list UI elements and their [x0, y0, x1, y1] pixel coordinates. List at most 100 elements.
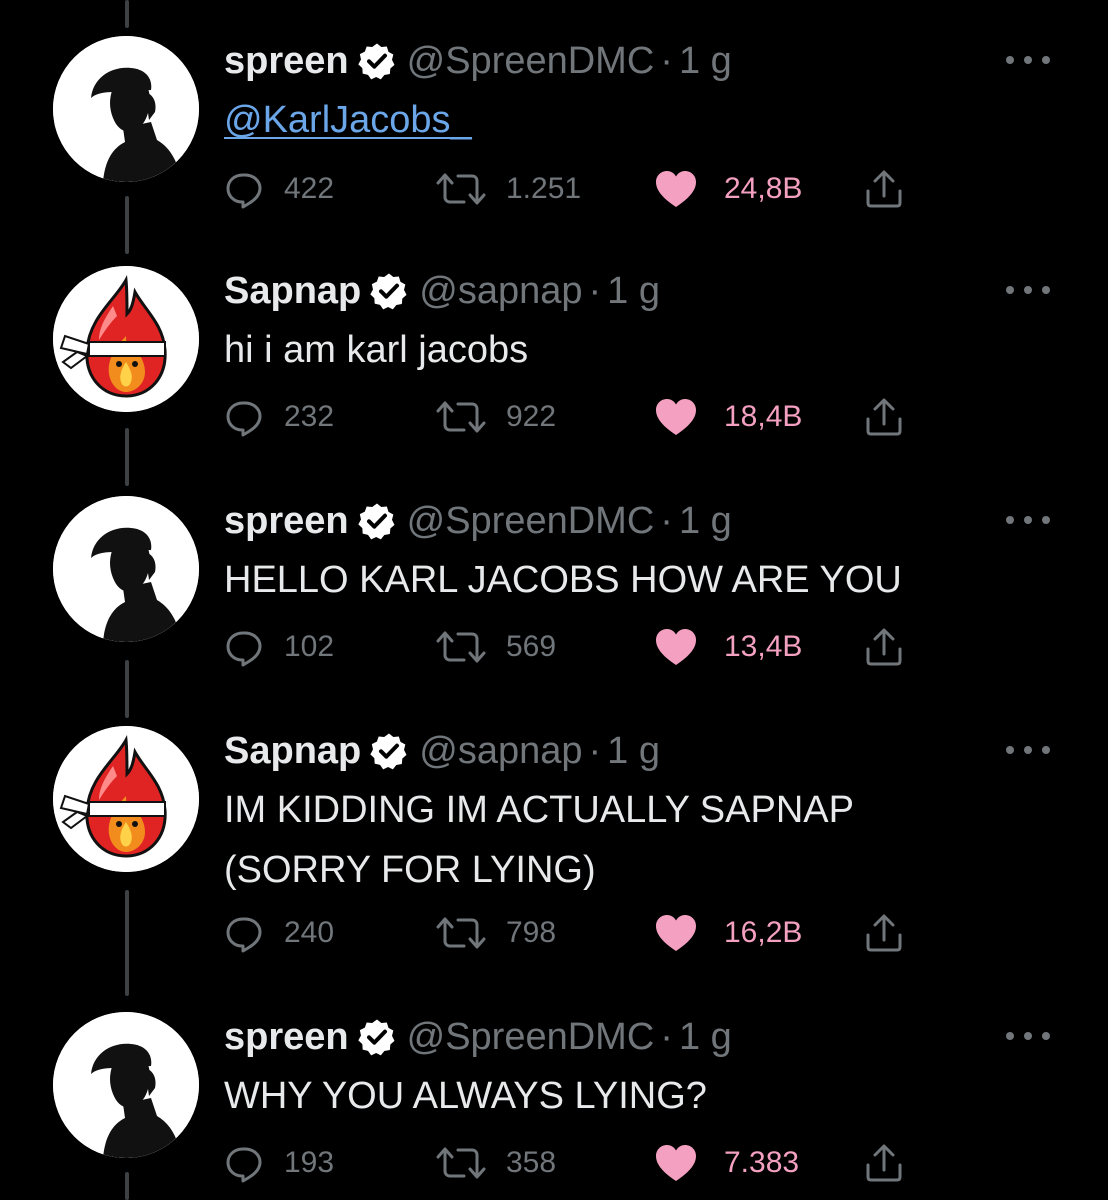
mention-link[interactable]: @KarlJacobs_ [224, 96, 1024, 144]
separator: · [588, 270, 602, 312]
retweet-icon [436, 627, 486, 667]
share-icon [864, 1143, 904, 1183]
action-bar: 193 358 7.383 [224, 1138, 924, 1188]
username-handle[interactable]: @SpreenDMC [407, 498, 655, 544]
display-name[interactable]: Sapnap [224, 728, 361, 774]
avatar[interactable] [53, 1012, 199, 1158]
retweet-button[interactable]: 922 [436, 392, 556, 442]
reply-icon [224, 397, 264, 437]
avatar[interactable] [53, 496, 199, 642]
share-button[interactable] [864, 908, 904, 958]
share-button[interactable] [864, 1138, 904, 1188]
tweet-text: HELLO KARL JACOBS HOW ARE YOU [224, 559, 902, 601]
like-count: 7.383 [724, 1146, 800, 1179]
retweet-count: 358 [506, 1146, 557, 1179]
silhouette-avatar-icon [53, 1012, 199, 1158]
timestamp[interactable]: 1 g [679, 498, 732, 544]
more-dots-icon[interactable] [1006, 40, 1050, 80]
retweet-count: 922 [506, 400, 557, 433]
username-handle[interactable]: @sapnap [419, 728, 582, 774]
avatar[interactable] [53, 266, 199, 412]
retweet-icon [436, 1143, 486, 1183]
heart-icon [654, 169, 698, 209]
reply-button[interactable]: 422 [224, 164, 334, 214]
display-name[interactable]: spreen [224, 1014, 349, 1060]
reply-button[interactable]: 193 [224, 1138, 334, 1188]
tweet-text: IM KIDDING IM ACTUALLY SAPNAP (SORRY FOR… [224, 786, 1024, 894]
retweet-button[interactable]: 569 [436, 622, 556, 672]
sapnap-flame-logo-icon [53, 726, 199, 872]
reply-count: 232 [284, 400, 335, 433]
timestamp[interactable]: 1 g [607, 728, 660, 774]
reply-icon [224, 169, 264, 209]
action-bar: 102 569 13,4B [224, 622, 924, 672]
retweet-count: 798 [506, 916, 557, 949]
share-button[interactable] [864, 392, 904, 442]
retweet-icon [436, 397, 486, 437]
tweet-header: spreen @SpreenDMC · 1 g [224, 498, 732, 544]
username-handle[interactable]: @sapnap [419, 268, 582, 314]
thread-line [125, 196, 129, 254]
like-count: 24,8B [724, 172, 803, 205]
verified-badge-icon [357, 1017, 397, 1057]
separator: · [660, 40, 673, 82]
retweet-count: 1.251 [506, 172, 582, 205]
like-button[interactable]: 13,4B [654, 622, 802, 672]
thread-line [125, 1172, 129, 1200]
tweet-header: spreen @SpreenDMC · 1 g [224, 1014, 732, 1060]
like-button[interactable]: 18,4B [654, 392, 802, 442]
reply-icon [224, 627, 264, 667]
display-name[interactable]: spreen [224, 38, 349, 84]
username-handle[interactable]: @SpreenDMC [407, 1014, 655, 1060]
more-dots-icon[interactable] [1006, 1016, 1050, 1056]
retweet-count: 569 [506, 630, 557, 663]
avatar[interactable] [53, 36, 199, 182]
like-button[interactable]: 16,2B [654, 908, 802, 958]
action-bar: 240 798 16,2B [224, 908, 924, 958]
retweet-icon [436, 169, 486, 209]
reply-button[interactable]: 232 [224, 392, 334, 442]
reply-count: 422 [284, 172, 335, 205]
more-dots-icon[interactable] [1006, 270, 1050, 310]
verified-badge-icon [369, 271, 409, 311]
like-button[interactable]: 24,8B [654, 164, 802, 214]
tweet-header: spreen @SpreenDMC · 1 g [224, 38, 732, 84]
share-button[interactable] [864, 164, 904, 214]
like-button[interactable]: 7.383 [654, 1138, 799, 1188]
thread-line [125, 660, 129, 718]
timestamp[interactable]: 1 g [679, 38, 732, 84]
retweet-button[interactable]: 358 [436, 1138, 556, 1188]
sapnap-flame-logo-icon [53, 266, 199, 412]
reply-button[interactable]: 240 [224, 908, 334, 958]
heart-icon [654, 397, 698, 437]
share-icon [864, 169, 904, 209]
verified-badge-icon [357, 41, 397, 81]
username-handle[interactable]: @SpreenDMC [407, 38, 655, 84]
reply-icon [224, 1143, 264, 1183]
verified-badge-icon [369, 731, 409, 771]
silhouette-avatar-icon [53, 36, 199, 182]
tweet-header: Sapnap @sapnap · 1 g [224, 728, 660, 774]
timestamp[interactable]: 1 g [679, 1014, 732, 1060]
retweet-button[interactable]: 798 [436, 908, 556, 958]
share-button[interactable] [864, 622, 904, 672]
more-dots-icon[interactable] [1006, 500, 1050, 540]
retweet-button[interactable]: 1.251 [436, 164, 581, 214]
action-bar: 232 922 18,4B [224, 392, 924, 442]
action-bar: 422 1.251 24,8B [224, 164, 924, 214]
display-name[interactable]: spreen [224, 498, 349, 544]
separator: · [660, 1016, 673, 1058]
separator: · [588, 730, 602, 772]
display-name[interactable]: Sapnap [224, 268, 361, 314]
more-dots-icon[interactable] [1006, 730, 1050, 770]
reply-button[interactable]: 102 [224, 622, 334, 672]
like-count: 18,4B [724, 400, 803, 433]
avatar[interactable] [53, 726, 199, 872]
share-icon [864, 627, 904, 667]
tweet-text-line: IM KIDDING IM ACTUALLY SAPNAP [224, 789, 854, 831]
tweet-header: Sapnap @sapnap · 1 g [224, 268, 660, 314]
reply-count: 240 [284, 916, 335, 949]
reply-icon [224, 913, 264, 953]
separator: · [660, 500, 673, 542]
timestamp[interactable]: 1 g [607, 268, 660, 314]
